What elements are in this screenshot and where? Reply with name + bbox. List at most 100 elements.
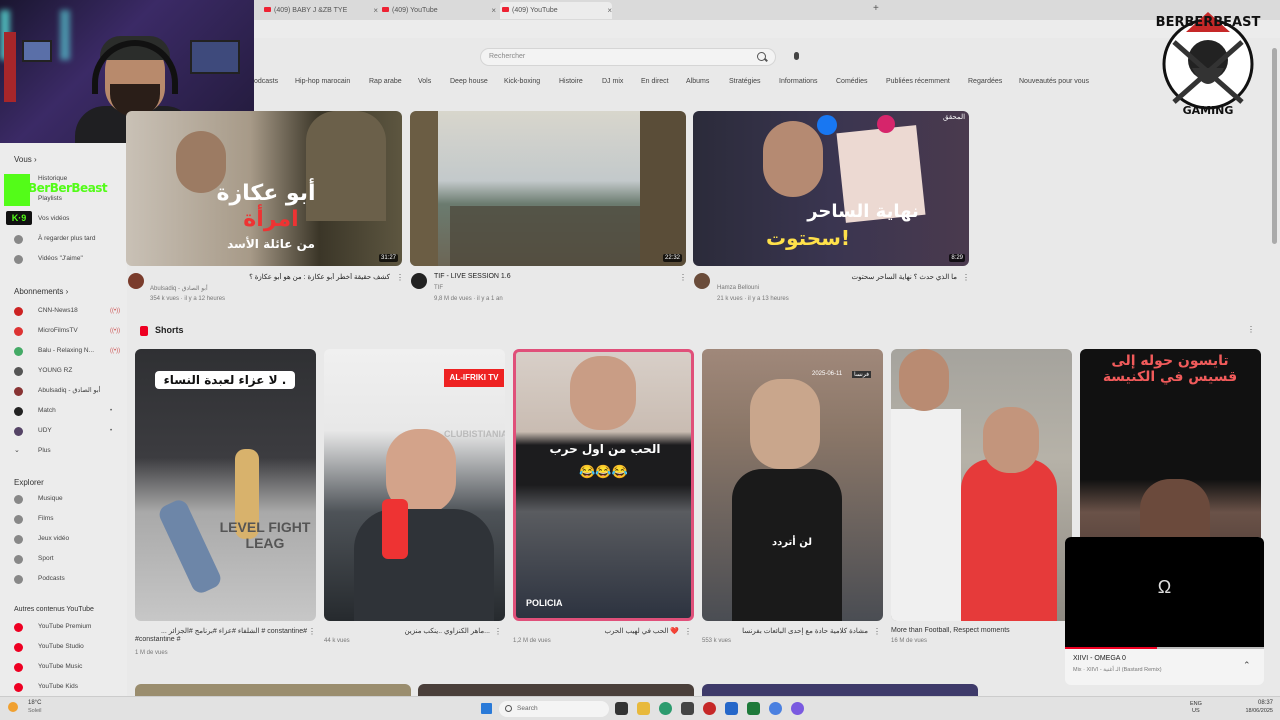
chip[interactable]: Deep house	[450, 78, 488, 85]
chip[interactable]: Regardées	[968, 78, 1002, 85]
chip[interactable]: Comédies	[836, 78, 868, 85]
app-icon[interactable]	[703, 702, 716, 715]
chip[interactable]: Publiées récemment	[886, 78, 950, 85]
more-options-icon[interactable]: ⋮	[873, 627, 881, 636]
video-title[interactable]: TIF - LIVE SESSION 1.6	[434, 273, 674, 280]
sidebar-item-music-app[interactable]: YouTube Music	[14, 660, 124, 674]
microphone-icon[interactable]	[794, 52, 799, 60]
sidebar-item-films[interactable]: Films	[14, 512, 124, 526]
edge-icon[interactable]	[659, 702, 672, 715]
task-view-icon[interactable]	[615, 702, 628, 715]
sidebar-sub[interactable]: UDY •	[14, 424, 124, 438]
channel-name[interactable]: Hamza Bellouni	[717, 285, 759, 291]
sidebar-sub[interactable]: YOUNG RZ	[14, 364, 124, 378]
chip[interactable]: DJ mix	[602, 78, 623, 85]
sidebar-item-gaming[interactable]: Jeux vidéo	[14, 532, 124, 546]
chip[interactable]: odcasts	[254, 78, 278, 85]
short-title[interactable]: More than Football, Respect moments	[891, 627, 1057, 634]
sidebar-item-kids[interactable]: YouTube Kids	[14, 680, 124, 694]
short-title[interactable]: #constantine # الشلفاء #عزاء #برنامج #ال…	[135, 627, 307, 635]
scrollbar[interactable]	[1272, 48, 1277, 244]
sidebar-item-liked[interactable]: Vidéos "J'aime"	[14, 252, 124, 266]
video-title[interactable]: ما الذي حدث ؟ نهاية الساحر سحتوت	[717, 273, 957, 281]
chip[interactable]: Informations	[779, 78, 818, 85]
video-thumbnail[interactable]: 22:32	[410, 111, 686, 266]
store-icon[interactable]	[681, 702, 694, 715]
short-title[interactable]: ...ماهر الكنزاوي ..ينكب منزين	[324, 627, 490, 635]
sidebar-header-subscriptions[interactable]: Abonnements ›	[14, 287, 68, 296]
chip[interactable]: Histoire	[559, 78, 583, 85]
browser-tab[interactable]: (409) BABY J &ZB TYE TURNER ×	[262, 2, 378, 31]
sidebar-sub[interactable]: Abulsadiq - أبو الصادق	[14, 384, 124, 398]
sidebar-sub[interactable]: Balu - Relaxing N... ((•))	[14, 344, 124, 358]
new-tab-button[interactable]: +	[873, 3, 879, 14]
app-icon[interactable]	[725, 702, 738, 715]
close-tab-icon[interactable]: ×	[373, 2, 378, 19]
channel-avatar[interactable]	[694, 273, 710, 289]
file-explorer-icon[interactable]	[637, 702, 650, 715]
more-options-icon[interactable]: ⋮	[308, 627, 316, 636]
chip[interactable]: Kick-boxing	[504, 78, 540, 85]
more-options-icon[interactable]: ⋮	[962, 273, 970, 282]
chip[interactable]: Hip-hop marocain	[295, 78, 350, 85]
search-icon[interactable]	[757, 52, 766, 61]
sidebar-item-podcasts[interactable]: Podcasts	[14, 572, 124, 586]
short-title[interactable]: مشادة كلامية حادة مع إحدى البائعات بفرنس…	[702, 627, 868, 635]
channel-name[interactable]: Abulsadiq - أبو الصادق	[150, 285, 208, 292]
video-thumbnail[interactable]	[418, 684, 694, 696]
clock-time[interactable]: 08:37	[1245, 700, 1273, 706]
video-thumbnail[interactable]	[135, 684, 411, 696]
short-thumbnail[interactable]	[891, 349, 1072, 621]
video-thumbnail[interactable]	[702, 684, 978, 696]
discord-icon[interactable]	[791, 702, 804, 715]
windows-start-icon[interactable]	[481, 703, 492, 714]
more-options-icon[interactable]: ⋮	[396, 273, 404, 282]
channel-avatar[interactable]	[411, 273, 427, 289]
sidebar-item-watch-later[interactable]: À regarder plus tard	[14, 232, 124, 246]
mini-player-progress[interactable]	[1065, 647, 1264, 649]
sidebar-item-studio[interactable]: YouTube Studio	[14, 640, 124, 654]
address-bar[interactable]	[254, 20, 1280, 38]
app-icon[interactable]	[747, 702, 760, 715]
sidebar-item-sport[interactable]: Sport	[14, 552, 124, 566]
chip[interactable]: Stratégies	[729, 78, 761, 85]
video-title[interactable]: كشف حقيقة أخطر أبو عكازة : من هو أبو عكا…	[150, 273, 390, 281]
sidebar-item-premium[interactable]: YouTube Premium	[14, 620, 124, 634]
mini-player[interactable]: Ω XIIVI - OMEGA 0 Mix · XIIVI - الـ أغني…	[1065, 537, 1264, 685]
chip[interactable]: En direct	[641, 78, 669, 85]
close-tab-icon[interactable]: ×	[607, 2, 612, 19]
language-indicator[interactable]: ENG	[1190, 701, 1202, 707]
more-options-icon[interactable]: ⋮	[679, 273, 687, 282]
sidebar-sub[interactable]: Match •	[14, 404, 124, 418]
mini-player-video[interactable]: Ω	[1065, 537, 1264, 647]
chip[interactable]: Nouveautés pour vous	[1019, 78, 1089, 85]
chip[interactable]: Vols	[418, 78, 431, 85]
taskbar-search[interactable]: Search	[499, 701, 609, 717]
sidebar-header-you[interactable]: Vous ›	[14, 155, 37, 164]
video-thumbnail[interactable]: أبو عكازة امرأة من عائلة الأسد 31:27	[126, 111, 402, 266]
more-options-icon[interactable]: ⋮	[684, 627, 692, 636]
chip[interactable]: Rap arabe	[369, 78, 402, 85]
channel-avatar[interactable]	[128, 273, 144, 289]
video-thumbnail[interactable]: المحقق نهاية الساحر سحتوت! 8:29	[693, 111, 969, 266]
close-tab-icon[interactable]: ×	[491, 2, 496, 19]
expand-icon[interactable]: ⌃	[1243, 660, 1251, 671]
short-thumbnail[interactable]: AL-IFRIKI TV CLUBISTIANIA	[324, 349, 505, 621]
chip[interactable]: Albums	[686, 78, 709, 85]
chrome-icon[interactable]	[769, 702, 782, 715]
channel-name[interactable]: TIF	[434, 285, 443, 291]
browser-tab[interactable]: (409) YouTube ×	[380, 2, 496, 19]
short-thumbnail[interactable]: 2025-06-11 فرنسا لن أتردد	[702, 349, 883, 621]
more-options-icon[interactable]: ⋮	[1247, 325, 1255, 334]
sidebar-more[interactable]: ⌄ Plus	[14, 444, 124, 458]
sidebar-item-music[interactable]: Musique	[14, 492, 124, 506]
short-thumbnail[interactable]: الحب من اول حرب 😂😂😂 POLICIA	[513, 349, 694, 621]
search-input[interactable]: Rechercher	[480, 48, 776, 66]
short-title[interactable]: ❤️ الحب في لهيب الحرب	[513, 627, 679, 635]
more-options-icon[interactable]: ⋮	[494, 627, 502, 636]
weather-icon[interactable]	[8, 702, 18, 712]
browser-tab-active[interactable]: (409) YouTube ×	[500, 2, 612, 19]
sidebar-sub[interactable]: MicroFilmsTV ((•))	[14, 324, 124, 338]
sidebar-sub[interactable]: CNN-News18 ((•))	[14, 304, 124, 318]
short-thumbnail[interactable]: لا عزاء لعبدة النساء . LEVEL FIGHT LEAG	[135, 349, 316, 621]
